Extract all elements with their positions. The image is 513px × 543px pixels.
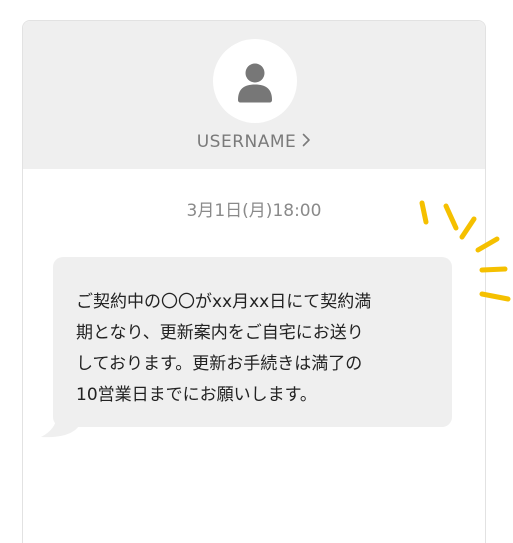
- contact-name-link[interactable]: USERNAME: [23, 132, 485, 152]
- contact-header: USERNAME: [23, 21, 485, 169]
- message-bubble[interactable]: ご契約中の〇〇がxx月xx日にて契約満 期となり、更新案内をご自宅にお送り して…: [53, 257, 452, 427]
- contact-username: USERNAME: [196, 132, 297, 152]
- message-text: ご契約中の〇〇がxx月xx日にて契約満 期となり、更新案内をご自宅にお送り して…: [76, 292, 372, 405]
- screen: USERNAME 3月1日(月)18:00 ご契約中の〇〇がxx月xx日にて契約…: [0, 0, 513, 543]
- chevron-right-icon: [302, 132, 311, 152]
- avatar[interactable]: [213, 39, 297, 123]
- person-silhouette-icon: [238, 63, 272, 103]
- notification-burst-icon: [419, 200, 511, 302]
